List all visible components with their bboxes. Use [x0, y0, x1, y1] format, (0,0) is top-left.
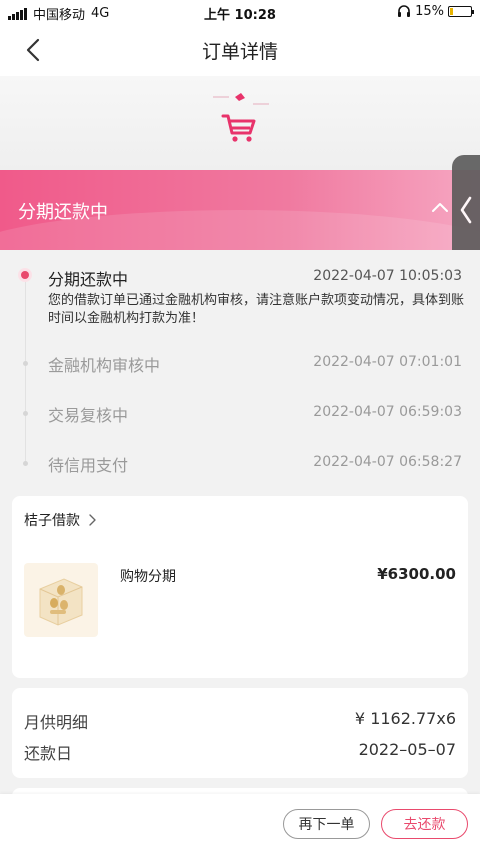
monthly-payment-value: ¥ 1162.77x6: [354, 709, 456, 728]
timeline-dot: [23, 361, 28, 366]
timeline-time: 2022-04-07 10:05:03: [313, 268, 462, 284]
battery-icon: [448, 6, 474, 17]
page-title: 订单详情: [201, 41, 278, 63]
product-price: ¥6300.00: [377, 565, 456, 583]
collapse-toggle[interactable]: [428, 196, 452, 220]
order-hero: [0, 76, 480, 170]
merchant-name: 桔子借款: [24, 513, 80, 529]
timeline-dot: [23, 411, 28, 416]
bottom-action-bar: 再下一单 去还款: [0, 794, 480, 853]
product-thumbnail[interactable]: [24, 563, 98, 637]
timeline-time: 2022-04-07 06:58:27: [313, 454, 462, 470]
repayment-detail-card: 月供明细 ¥ 1162.77x6 还款日 2022–05–07: [12, 688, 468, 778]
timeline-title: 分期还款中: [48, 270, 129, 289]
chevron-right-icon: [89, 514, 96, 526]
timeline-time: 2022-04-07 06:59:03: [313, 404, 462, 420]
order-timeline: 分期还款中 2022-04-07 10:05:03 您的借款订单已通过金融机构审…: [0, 250, 480, 486]
status-banner-label: 分期还款中: [18, 202, 108, 223]
timeline-time: 2022-04-07 07:01:01: [313, 354, 462, 370]
timeline-title: 金融机构审核中: [48, 356, 161, 375]
repay-button[interactable]: 去还款: [381, 809, 468, 839]
headphones-icon: [398, 5, 411, 17]
reorder-button[interactable]: 再下一单: [283, 809, 370, 839]
chevron-left-icon: [460, 196, 472, 224]
chevron-up-icon: [432, 203, 448, 212]
coins-box-icon: [39, 578, 83, 626]
status-banner: 分期还款中: [0, 170, 480, 250]
timeline-dot-active: [18, 268, 32, 282]
nav-bar: 订单详情: [0, 24, 480, 76]
timeline-title: 交易复核中: [48, 406, 129, 425]
merchant-link[interactable]: 桔子借款: [24, 510, 96, 530]
timeline-title: 待信用支付: [48, 456, 129, 475]
due-date-label: 还款日: [24, 744, 73, 763]
shopping-cart-icon: [213, 93, 269, 142]
status-bar-right: 15%: [397, 4, 474, 19]
side-handle[interactable]: [452, 155, 480, 265]
timeline-dot: [23, 461, 28, 466]
battery-percent: 15%: [415, 4, 444, 19]
due-date-value: 2022–05–07: [358, 740, 456, 759]
status-bar: 中国移动 4G 上午 10:28 15%: [0, 0, 480, 24]
product-card: 桔子借款 购物分期 ¥6300.00: [12, 496, 468, 678]
timeline-description: 您的借款订单已通过金融机构审核，请注意账户款项变动情况，具体到账时间以金融机构打…: [48, 293, 465, 326]
monthly-payment-label: 月供明细: [24, 713, 89, 732]
timeline-line: [25, 276, 26, 466]
product-name: 购物分期: [120, 569, 176, 585]
